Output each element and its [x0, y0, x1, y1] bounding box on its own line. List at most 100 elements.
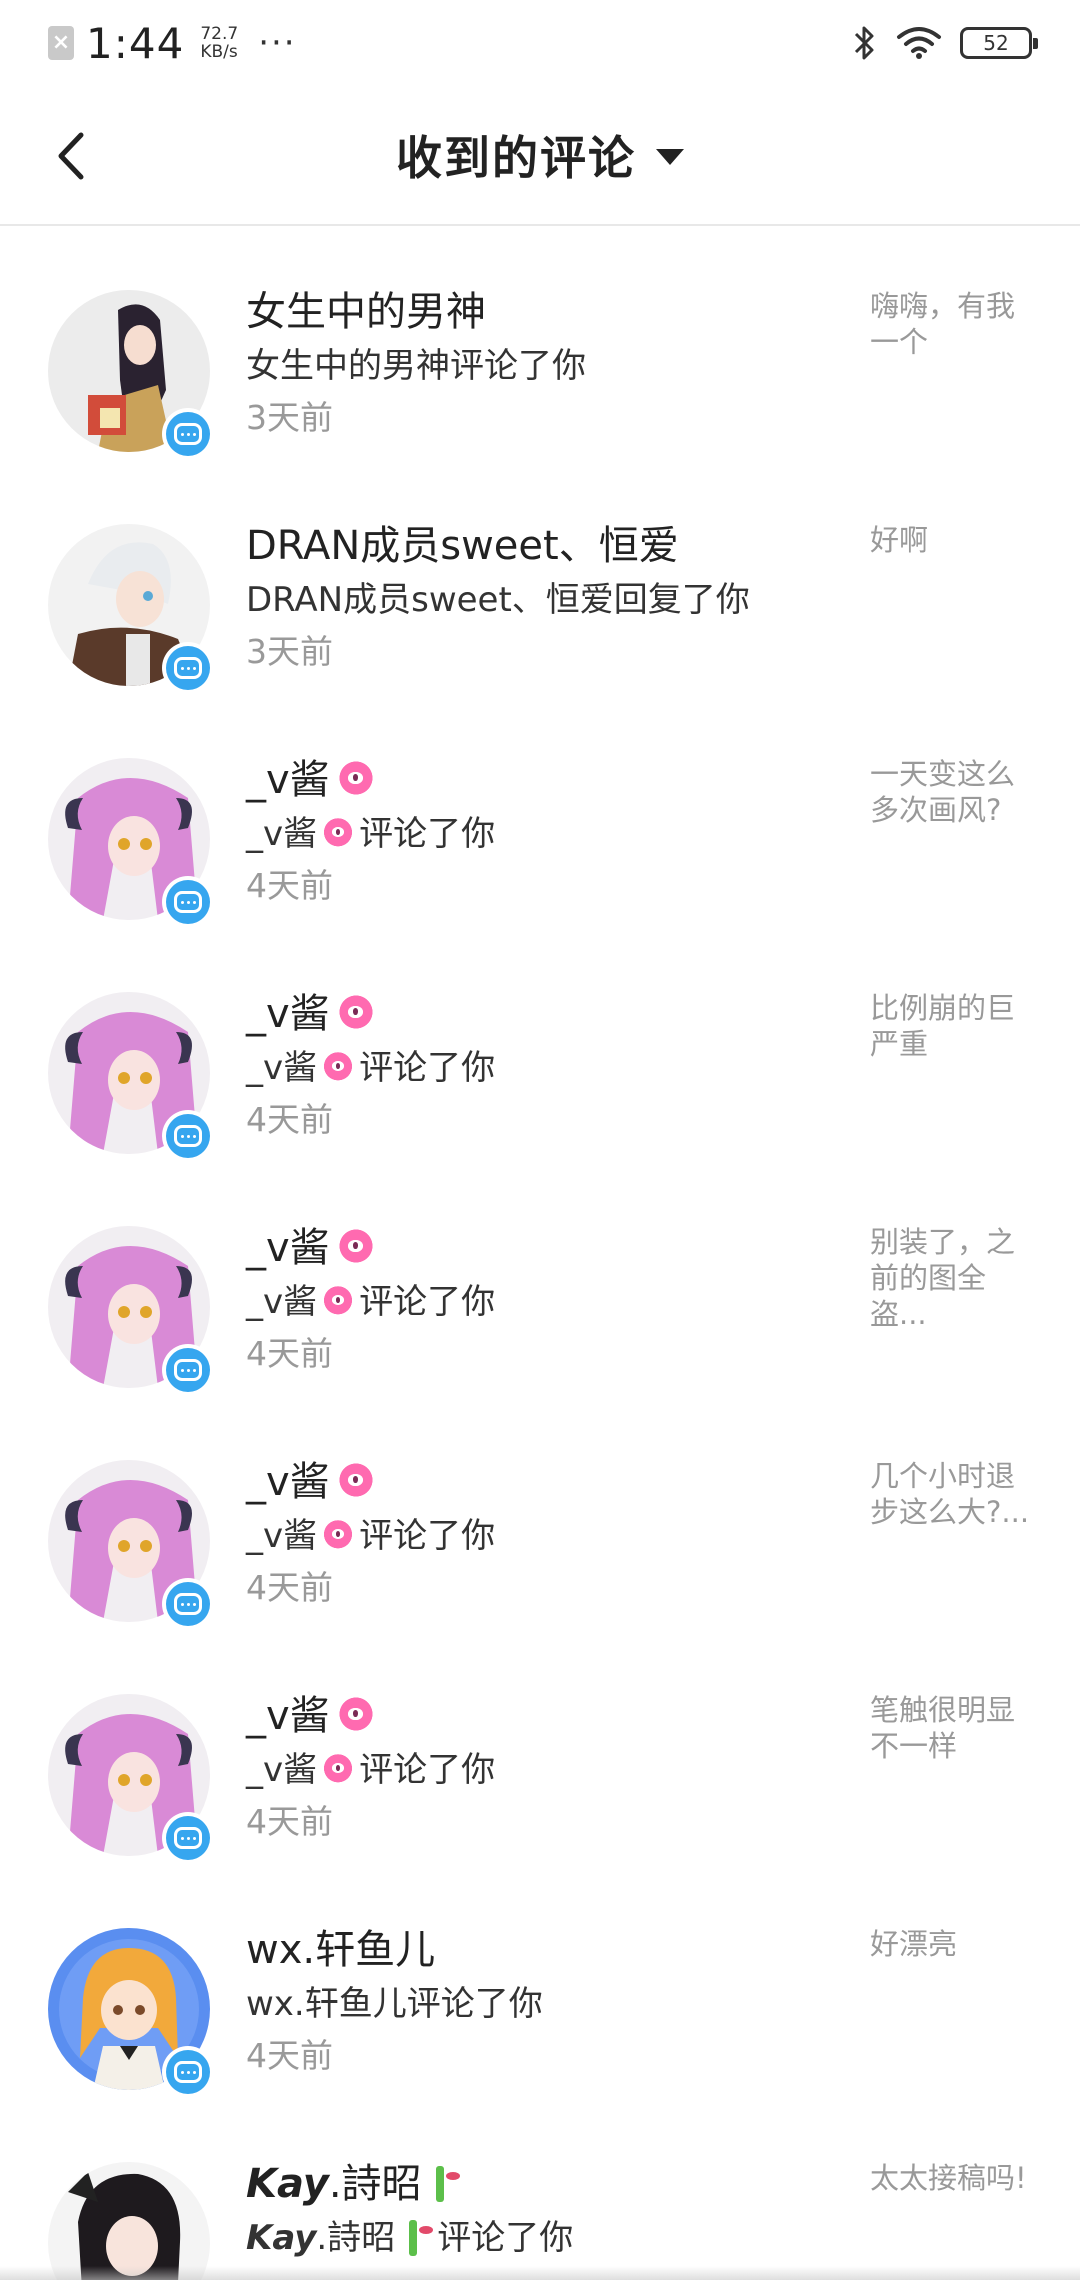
network-speed: 72.7 KB/s: [200, 25, 238, 61]
comment-action: DRAN成员sweet、恒爱回复了你: [246, 580, 750, 620]
list-item[interactable]: _v酱 _v酱 评论了你 4天前 别装了，之前的图全盗...: [0, 1166, 1080, 1400]
bottom-edge-shadow: [0, 2266, 1080, 2280]
octopus-emoji-icon: [321, 817, 356, 851]
commenter-name[interactable]: 女生中的男神: [246, 284, 846, 340]
list-item[interactable]: _v酱 _v酱 评论了你 4天前 一天变这么多次画风?: [0, 698, 1080, 932]
comment-action: _v酱 评论了你: [246, 1276, 846, 1328]
commenter-name[interactable]: _v酱: [246, 986, 846, 1042]
comment-action: Kay .詩昭 评论了你: [246, 2212, 846, 2264]
action-suffix: 评论了你: [437, 2218, 574, 2258]
comment-action: wx.轩鱼儿评论了你: [246, 1984, 543, 2024]
list-item[interactable]: wx.轩鱼儿 wx.轩鱼儿评论了你 4天前 好漂亮: [0, 1868, 1080, 2102]
comment-action: _v酱 评论了你: [246, 1510, 846, 1562]
status-bar: × 1:44 72.7 KB/s ··· 52: [0, 0, 1080, 86]
comment-badge-icon: [162, 1110, 214, 1162]
list-item[interactable]: _v酱 _v酱 评论了你 4天前 几个小时退步这么大?...: [0, 1400, 1080, 1634]
list-item[interactable]: Kay .詩昭 Kay .詩昭 评论了你 太太接稿吗!: [0, 2102, 1080, 2280]
bamboo-emoji-icon: [401, 2218, 437, 2258]
status-time: 1:44: [86, 18, 185, 68]
commenter-name[interactable]: _v酱: [246, 752, 846, 808]
avatar[interactable]: [48, 290, 214, 460]
no-sim-icon: ×: [48, 26, 74, 60]
comment-time: 3天前: [246, 398, 333, 437]
avatar[interactable]: [48, 2162, 210, 2280]
comment-badge-icon: [162, 408, 214, 460]
commenter-name-rest: .詩昭: [328, 2161, 422, 2207]
nav-bar: 收到的评论: [0, 86, 1080, 226]
action-name: _v酱: [246, 1750, 318, 1790]
commenter-name-text: _v酱: [246, 1459, 330, 1505]
back-button[interactable]: [40, 126, 100, 186]
list-item[interactable]: DRAN成员sweet、恒爱 DRAN成员sweet、恒爱回复了你 3天前 好啊: [0, 464, 1080, 698]
avatar[interactable]: [48, 1226, 214, 1396]
more-notifications-icon: ···: [258, 23, 297, 63]
comment-badge-icon: [162, 642, 214, 694]
list-item[interactable]: _v酱 _v酱 评论了你 4天前 比例崩的巨严重: [0, 932, 1080, 1166]
comment-time: 4天前: [246, 1802, 333, 1841]
comment-time: 3天前: [246, 632, 333, 671]
comment-snippet: 几个小时退步这么大?...: [870, 1459, 1030, 1529]
list-item[interactable]: _v酱 _v酱 评论了你 4天前 笔触很明显不一样: [0, 1634, 1080, 1868]
commenter-name[interactable]: _v酱: [246, 1454, 846, 1510]
comment-time: 4天前: [246, 1100, 333, 1139]
action-suffix: 评论了你: [359, 1750, 496, 1790]
comment-snippet: 好漂亮: [870, 1927, 958, 1961]
comment-action: _v酱 评论了你: [246, 1042, 846, 1094]
commenter-name-text: _v酱: [246, 991, 330, 1037]
commenter-name[interactable]: _v酱: [246, 1220, 846, 1276]
comment-snippet: 一天变这么多次画风?: [870, 757, 1016, 827]
avatar-dark-hair-girl: [48, 2162, 210, 2280]
title-dropdown[interactable]: 收到的评论: [396, 122, 684, 188]
octopus-emoji-icon: [321, 1519, 356, 1553]
comment-time: 4天前: [246, 2036, 333, 2075]
comment-action: _v酱 评论了你: [246, 1744, 846, 1796]
octopus-emoji-icon: [335, 1462, 376, 1502]
comment-badge-icon: [162, 876, 214, 928]
octopus-emoji-icon: [321, 1285, 356, 1319]
comment-time: 4天前: [246, 866, 333, 905]
avatar[interactable]: [48, 1460, 214, 1630]
comment-badge-icon: [162, 1812, 214, 1864]
list-item[interactable]: 女生中的男神 女生中的男神评论了你 3天前 嗨嗨，有我一个: [0, 230, 1080, 464]
commenter-name[interactable]: _v酱: [246, 1688, 846, 1744]
comment-badge-icon: [162, 1344, 214, 1396]
comment-snippet: 比例崩的巨严重: [870, 991, 1016, 1061]
commenter-name[interactable]: wx.轩鱼儿: [246, 1922, 846, 1978]
octopus-emoji-icon: [321, 1051, 356, 1085]
comment-snippet: 好啊: [870, 523, 929, 557]
action-suffix: 评论了你: [359, 814, 496, 854]
commenter-name-text: _v酱: [246, 757, 330, 803]
battery-icon: 52: [960, 27, 1038, 59]
comment-action: _v酱 评论了你: [246, 808, 846, 860]
action-name-styled: Kay: [246, 2218, 317, 2258]
chevron-left-icon: [58, 132, 84, 180]
page-title: 收到的评论: [396, 131, 636, 185]
avatar[interactable]: [48, 758, 214, 928]
avatar[interactable]: [48, 992, 214, 1162]
octopus-emoji-icon: [335, 994, 376, 1034]
avatar[interactable]: [48, 1928, 214, 2098]
action-name: _v酱: [246, 1516, 318, 1556]
commenter-name[interactable]: Kay .詩昭: [246, 2156, 846, 2212]
comment-action: 女生中的男神评论了你: [246, 346, 586, 386]
octopus-emoji-icon: [321, 1753, 356, 1787]
wifi-icon: [897, 27, 941, 59]
network-speed-value: 72.7: [200, 24, 239, 44]
network-speed-unit: KB/s: [200, 42, 238, 62]
octopus-emoji-icon: [335, 1228, 376, 1268]
avatar[interactable]: [48, 1694, 214, 1864]
action-suffix: 评论了你: [359, 1048, 496, 1088]
action-name-rest: .詩昭: [316, 2218, 396, 2258]
commenter-name[interactable]: DRAN成员sweet、恒爱: [246, 518, 846, 574]
avatar[interactable]: [48, 524, 214, 694]
caret-down-icon: [656, 149, 684, 165]
comment-snippet: 太太接稿吗!: [870, 2161, 1027, 2195]
action-name: _v酱: [246, 814, 318, 854]
bamboo-emoji-icon: [428, 2164, 464, 2204]
octopus-emoji-icon: [335, 1696, 376, 1736]
comment-time: 4天前: [246, 1568, 333, 1607]
octopus-emoji-icon: [335, 760, 376, 800]
commenter-name-text: _v酱: [246, 1693, 330, 1739]
comment-snippet: 别装了，之前的图全盗...: [870, 1225, 1016, 1331]
comment-snippet: 嗨嗨，有我一个: [870, 289, 1016, 359]
